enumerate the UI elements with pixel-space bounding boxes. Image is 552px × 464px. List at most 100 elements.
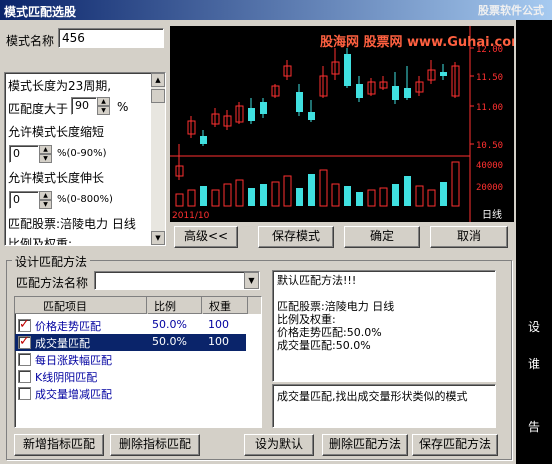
price-tick-label: 10.50 [476, 141, 503, 151]
date-label: 2011/10 [172, 211, 210, 221]
shrink-unit: %(0-90%) [57, 148, 107, 159]
design-group-label: 设计匹配方法 [12, 253, 91, 270]
table-header: 匹配项目 比例 权重 [15, 297, 261, 314]
volume-tick-label: 20000 [476, 183, 503, 193]
spin-up-icon[interactable]: ▲ [97, 97, 110, 106]
save-pattern-button[interactable]: 保存模式 [258, 226, 334, 248]
strip-text-1: 设 [528, 320, 541, 334]
table-row[interactable]: 成交量匹配 50.0% 100 [15, 334, 246, 351]
volume-bar [308, 174, 315, 206]
chart-svg: 12.0011.5011.0010.5040000200002011/10 日线股… [170, 26, 547, 222]
site-watermark: 股海网 股票网 www.Guhai.com.cn [320, 34, 514, 50]
checkbox-icon[interactable] [18, 352, 31, 366]
scroll-thumb[interactable] [151, 89, 165, 103]
default-line2: 匹配股票:涪陵电力 日线 [277, 300, 395, 313]
table-row[interactable]: K线阴阳匹配 [15, 368, 246, 385]
default-method-text: 默认匹配方法!!! 匹配股票:涪陵电力 日线 比例及权重: 价格走势匹配:50.… [272, 270, 496, 382]
match-degree-unit: % [117, 100, 129, 114]
table-row[interactable]: 成交量增减匹配 [15, 385, 246, 402]
ok-button[interactable]: 确定 [344, 226, 420, 248]
pattern-match-dialog: 模式匹配选股 股票软件公式 模式名称 456 模式长度为23周期, 匹配度大于 … [0, 0, 552, 464]
checkbox-icon[interactable] [18, 369, 31, 383]
table-row[interactable]: 每日涨跌幅匹配 [15, 351, 246, 368]
default-line5: 成交量匹配:50.0% [277, 339, 371, 352]
row-checkbox[interactable] [18, 352, 35, 366]
info-text: 模式长度为23周期, [8, 79, 112, 93]
window-title: 模式匹配选股 [4, 5, 77, 19]
default-line4: 价格走势匹配:50.0% [277, 326, 382, 339]
title-bar: 模式匹配选股 股票软件公式 [0, 0, 552, 20]
volume-bar [344, 186, 351, 206]
volume-bar [296, 188, 303, 206]
method-name-select[interactable]: ▼ [94, 271, 260, 290]
header-weight[interactable]: 权重 [203, 297, 248, 314]
strip-text-2: 谁 [528, 357, 541, 371]
spin-up-icon[interactable]: ▲ [39, 191, 52, 200]
delete-indicator-button[interactable]: 删除指标匹配 [110, 434, 200, 456]
pattern-name-input[interactable]: 456 [58, 28, 164, 48]
dropdown-arrow-icon[interactable]: ▼ [244, 272, 259, 289]
default-line1: 默认匹配方法!!! [277, 274, 357, 287]
spin-down-icon[interactable]: ▼ [97, 106, 110, 115]
row-weight: 100 [208, 335, 229, 348]
row-ratio: 50.0% [152, 335, 187, 348]
volume-bar [248, 188, 255, 206]
add-indicator-button[interactable]: 新增指标匹配 [14, 434, 104, 456]
row-name: 成交量增减匹配 [35, 388, 112, 401]
match-degree-spinner[interactable]: ▲ ▼ [97, 97, 110, 115]
checkbox-icon[interactable] [18, 334, 31, 349]
row-weight: 100 [208, 318, 229, 331]
match-stock-label: 匹配股票:涪陵电力 日线 [8, 217, 136, 231]
candle-body [296, 92, 303, 112]
period-label: 日线 [482, 208, 502, 221]
volume-bar [356, 192, 363, 206]
set-default-button[interactable]: 设为默认 [244, 434, 314, 456]
spin-up-icon[interactable]: ▲ [39, 145, 52, 154]
spin-down-icon[interactable]: ▼ [39, 200, 52, 209]
candle-body [404, 88, 411, 98]
volume-bar [404, 176, 411, 206]
cancel-button[interactable]: 取消 [430, 226, 508, 248]
candle-body [356, 84, 363, 98]
shrink-spinner[interactable]: ▲ ▼ [39, 145, 52, 163]
delete-method-button[interactable]: 删除匹配方法 [322, 434, 408, 456]
candle-body [260, 102, 267, 114]
shrink-label: 允许模式长度缩短 [8, 125, 105, 139]
volume-bar [200, 186, 207, 206]
price-tick-label: 11.50 [476, 73, 503, 83]
scroll-down-icon[interactable]: ▼ [151, 231, 165, 245]
background-app-strip: 设 谁 告 [516, 20, 552, 464]
params-scrollbar[interactable]: ▲ ▼ [151, 73, 165, 245]
save-method-button[interactable]: 保存匹配方法 [412, 434, 498, 456]
extend-label: 允许模式长度伸长 [8, 171, 105, 185]
row-name: 每日涨跌幅匹配 [35, 354, 112, 367]
table-row[interactable]: 价格走势匹配 50.0% 100 [15, 317, 246, 334]
row-ratio: 50.0% [152, 318, 187, 331]
row-checkbox[interactable] [18, 369, 35, 383]
method-name-label: 匹配方法名称 [16, 276, 89, 290]
row-checkbox[interactable] [18, 334, 35, 349]
scroll-up-icon[interactable]: ▲ [151, 73, 165, 87]
extend-spinner[interactable]: ▲ ▼ [39, 191, 52, 209]
pattern-name-label: 模式名称 [6, 34, 55, 48]
volume-bar [260, 184, 267, 206]
candle-body [344, 54, 351, 86]
header-ratio[interactable]: 比例 [148, 297, 202, 314]
checkbox-icon[interactable] [18, 386, 31, 400]
row-checkbox[interactable] [18, 386, 35, 400]
volume-tick-label: 40000 [476, 161, 503, 171]
pattern-chart: 12.00 11.50 11.00 10.50 40000 20000 2011/10 日线股… [170, 26, 547, 222]
candle-body [392, 86, 399, 100]
extend-unit: %(0-800%) [57, 194, 113, 205]
spin-down-icon[interactable]: ▼ [39, 154, 52, 163]
row-checkbox[interactable] [18, 317, 35, 332]
shrink-input[interactable]: 0 [9, 145, 39, 163]
header-item[interactable]: 匹配项目 [15, 297, 147, 314]
row-name: 成交量匹配 [35, 337, 90, 350]
volume-bar [440, 182, 447, 206]
extend-input[interactable]: 0 [9, 191, 39, 209]
strip-text-3: 告 [528, 420, 541, 434]
advanced-button[interactable]: 高级<< [174, 226, 238, 248]
match-degree-input[interactable]: 90 [71, 97, 97, 115]
checkbox-icon[interactable] [18, 317, 31, 332]
